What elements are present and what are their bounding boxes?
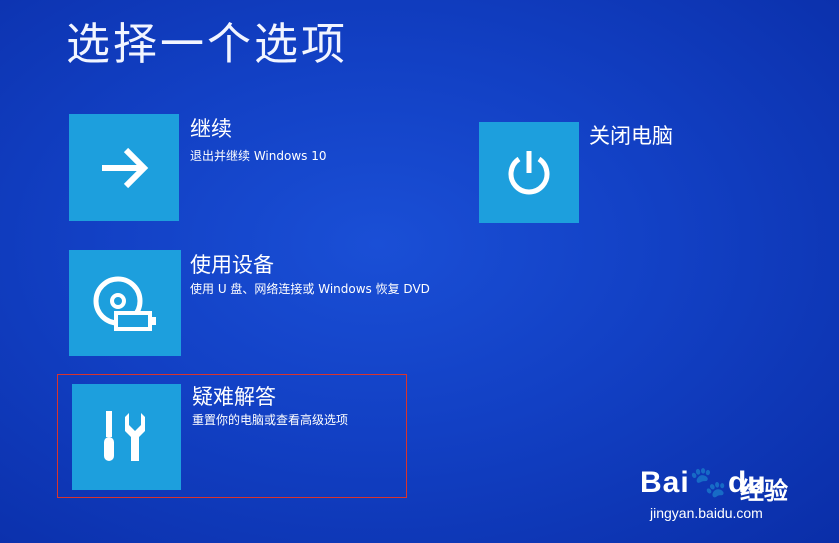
turn-off-tile[interactable] <box>479 122 579 223</box>
use-device-tile[interactable] <box>69 250 181 356</box>
use-device-description: 使用 U 盘、网络连接或 Windows 恢复 DVD <box>190 282 430 296</box>
turn-off-title[interactable]: 关闭电脑 <box>589 120 673 150</box>
watermark-url: jingyan.baidu.com <box>650 505 763 521</box>
continue-description: 退出并继续 Windows 10 <box>190 149 327 163</box>
use-device-title[interactable]: 使用设备 <box>190 249 274 279</box>
power-icon <box>508 150 550 194</box>
paw-icon: 🐾 <box>689 466 729 499</box>
continue-title[interactable]: 继续 <box>190 113 232 143</box>
continue-tile[interactable] <box>69 114 179 221</box>
watermark-brand: 经验 <box>740 477 788 505</box>
troubleshoot-highlight-box <box>57 374 407 498</box>
disc-drive-icon <box>93 276 156 331</box>
baidu-watermark: Bai🐾du 经验 jingyan.baidu.com <box>640 455 830 525</box>
page-title: 选择一个选项 <box>66 19 348 70</box>
arrow-right-icon <box>102 147 149 188</box>
